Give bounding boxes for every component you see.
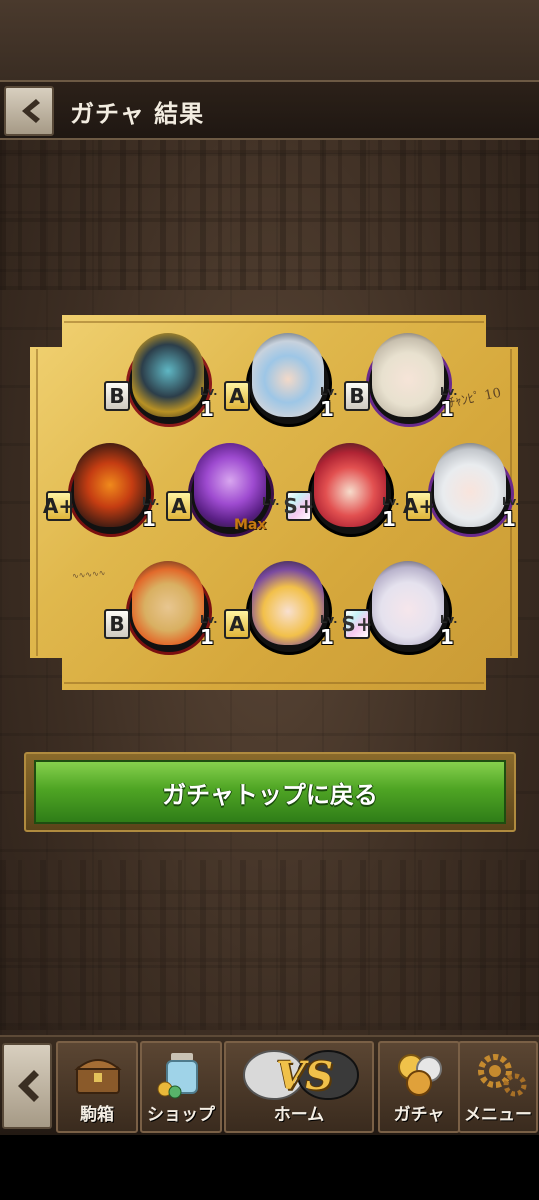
nav-label-gacha: ガチャ — [393, 1105, 445, 1125]
rank-badge: A+ — [403, 491, 435, 521]
nav-label-box: 駒箱 — [80, 1105, 114, 1125]
fire-beast-portrait — [74, 443, 146, 527]
level-value: 1 — [200, 625, 214, 649]
rank-badge: A — [224, 381, 250, 411]
level-value: 1 — [502, 507, 516, 531]
rank-badge: S+ — [341, 609, 373, 639]
nav-item-shop[interactable]: ショップ — [140, 1041, 222, 1133]
result-unit-1[interactable]: B Lv. 1 — [104, 323, 224, 443]
carved-wall-pattern — [0, 140, 539, 290]
versus-label: VS — [276, 1053, 333, 1098]
chevron-left-icon — [18, 1070, 39, 1102]
treasure-chest-icon — [74, 1059, 122, 1094]
result-unit-10[interactable]: S+ Lv. 1 — [341, 551, 464, 671]
level-value: 1 — [320, 625, 334, 649]
knight-girl-portrait — [252, 333, 324, 417]
chevron-left-icon — [22, 99, 40, 123]
nav-label-home: ホーム — [273, 1105, 325, 1125]
gacha-result-screen: ガチャ 結果 ﾁｬﾝﾋﾟ 10 ∿∿∿∿∿ B Lv. 1 A Lv. 1 B … — [0, 0, 539, 1200]
result-unit-7[interactable]: A+ Lv. 1 — [403, 433, 526, 553]
nav-item-gacha[interactable]: ガチャ — [378, 1041, 460, 1133]
result-unit-9[interactable]: A Lv. 1 — [224, 551, 344, 671]
glasses-girl-portrait — [434, 443, 506, 527]
rank-badge: A — [224, 609, 250, 639]
nav-label-menu: メニュー — [464, 1105, 532, 1125]
level-value: 1 — [382, 507, 396, 531]
result-unit-3[interactable]: B Lv. 1 — [344, 323, 464, 443]
level-value: 1 — [200, 397, 214, 421]
level-value: 1 — [320, 397, 334, 421]
system-bar-area — [0, 1135, 539, 1200]
header-bar: ガチャ 結果 — [0, 80, 539, 140]
result-unit-6[interactable]: S+ Lv. 1 — [283, 433, 406, 553]
rank-badge: B — [104, 381, 130, 411]
return-button-face: ガチャトップに戻る — [34, 760, 506, 824]
return-button-label: ガチャトップに戻る — [162, 780, 378, 809]
blonde-girl-portrait — [252, 561, 324, 645]
level-label: Lv. — [262, 495, 280, 508]
rank-badge: B — [104, 609, 130, 639]
crystal-creature-portrait — [194, 443, 266, 527]
nav-item-box[interactable]: 駒箱 — [56, 1041, 138, 1133]
level-value: 1 — [142, 507, 156, 531]
bottom-nav: 駒箱 ショップ VS ホーム ガチャ メニュー — [0, 1035, 539, 1135]
gears-icon — [478, 1054, 527, 1097]
nav-label-shop: ショップ — [147, 1105, 215, 1125]
stone-ceiling — [0, 0, 539, 80]
result-unit-4[interactable]: A+ Lv. 1 — [43, 433, 166, 553]
result-unit-2[interactable]: A Lv. 1 — [224, 323, 344, 443]
nav-back-button[interactable] — [2, 1043, 52, 1129]
page-title: ガチャ 結果 — [70, 100, 205, 128]
rank-badge: B — [344, 381, 370, 411]
max-level-tag: Max — [234, 517, 267, 533]
result-unit-5[interactable]: A Lv. Max — [166, 433, 286, 553]
dragon-portrait — [132, 333, 204, 417]
level-value: 1 — [440, 397, 454, 421]
coins-icon — [398, 1054, 442, 1096]
result-unit-8[interactable]: B Lv. 1 — [104, 551, 224, 671]
nav-item-menu[interactable]: メニュー — [458, 1041, 538, 1133]
white-hair-girl-portrait — [372, 333, 444, 417]
nav-item-home[interactable]: VS ホーム — [224, 1041, 374, 1133]
level-value: 1 — [440, 625, 454, 649]
red-hair-girl-portrait — [314, 443, 386, 527]
coin-jar-icon — [157, 1053, 198, 1099]
rank-badge: A — [166, 491, 192, 521]
silver-hair-girl-portrait — [372, 561, 444, 645]
result-panel: ﾁｬﾝﾋﾟ 10 ∿∿∿∿∿ B Lv. 1 A Lv. 1 B Lv. 1 A… — [30, 315, 519, 690]
feather-warrior-portrait — [132, 561, 204, 645]
return-to-gacha-top-button[interactable]: ガチャトップに戻る — [24, 752, 516, 832]
back-button[interactable] — [4, 86, 54, 136]
carved-wall-pattern-lower — [0, 860, 539, 1030]
rank-badge: S+ — [283, 491, 315, 521]
rank-badge: A+ — [43, 491, 75, 521]
